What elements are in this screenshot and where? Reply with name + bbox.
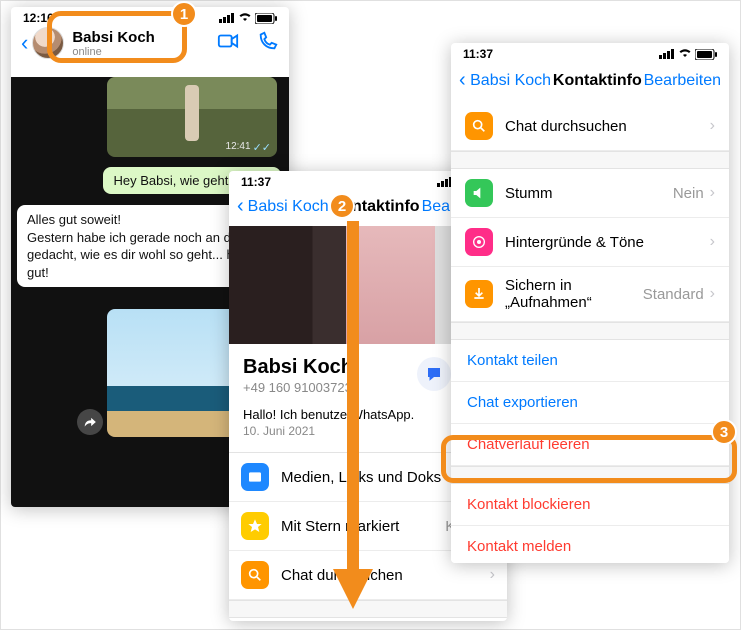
star-icon xyxy=(241,512,269,540)
avatar xyxy=(32,27,64,59)
chevron-icon: › xyxy=(710,184,715,202)
back-label[interactable]: Babsi Koch xyxy=(248,198,329,216)
edit-button[interactable]: Bearbeiten xyxy=(644,72,721,90)
read-ticks-icon: ✓✓ xyxy=(253,141,271,154)
chevron-icon: › xyxy=(710,285,715,303)
wallpaper-icon xyxy=(465,228,493,256)
speaker-icon xyxy=(465,179,493,207)
video-call-icon[interactable] xyxy=(217,30,239,57)
contact-info-screen-bottom: 11:37 ‹ Babsi Koch Kontaktinfo Bearbeite… xyxy=(451,43,729,563)
row-mute[interactable]: Stumm Nein › xyxy=(451,169,729,218)
download-icon xyxy=(465,280,493,308)
row-clear-chat[interactable]: Chatverlauf leeren xyxy=(451,424,729,466)
chat-header: ‹ Babsi Koch online xyxy=(11,27,289,65)
back-button[interactable]: ‹ Babsi Koch xyxy=(459,69,551,92)
row-search-chat[interactable]: Chat durchsuchen › xyxy=(451,102,729,151)
message-time: 12:41 xyxy=(226,141,251,154)
nav-title: Kontaktinfo xyxy=(551,72,644,90)
status-bar: 11:37 xyxy=(451,43,729,63)
audio-call-icon[interactable] xyxy=(257,30,279,57)
status-time: 12:16 xyxy=(23,11,54,25)
chevron-icon: › xyxy=(710,233,715,251)
contact-status: online xyxy=(72,46,155,58)
message-icon[interactable] xyxy=(417,357,451,391)
status-time: 11:37 xyxy=(463,47,493,61)
forward-icon[interactable] xyxy=(77,409,103,435)
nav-bar: ‹ Babsi Koch Kontaktinfo Bearbeiten xyxy=(451,63,729,102)
status-icons xyxy=(219,13,277,24)
row-mute[interactable]: Stumm Nein › xyxy=(229,618,507,621)
row-report-contact[interactable]: Kontakt melden xyxy=(451,526,729,563)
step-badge-1: 1 xyxy=(171,1,197,27)
search-icon xyxy=(241,561,269,589)
row-save-to-camera[interactable]: Sichern in „Aufnahmen“ Standard › xyxy=(451,267,729,322)
chevron-icon: › xyxy=(710,117,715,135)
chevron-icon: › xyxy=(490,566,495,584)
step-badge-2: 2 xyxy=(329,193,355,219)
photos-icon xyxy=(241,463,269,491)
status-icons xyxy=(659,49,717,60)
row-share-contact[interactable]: Kontakt teilen xyxy=(451,340,729,382)
row-wallpaper[interactable]: Hintergründe & Töne › xyxy=(451,218,729,267)
status-time: 11:37 xyxy=(241,175,271,189)
contact-name: Babsi Koch xyxy=(72,29,155,46)
image-message[interactable]: 12:41✓✓ xyxy=(107,77,277,157)
search-icon xyxy=(465,112,493,140)
row-export-chat[interactable]: Chat exportieren xyxy=(451,382,729,424)
back-icon[interactable]: ‹ xyxy=(237,195,248,218)
contact-header-button[interactable]: Babsi Koch online xyxy=(32,27,155,59)
back-button[interactable]: ‹ xyxy=(21,30,32,56)
row-block-contact[interactable]: Kontakt blockieren xyxy=(451,484,729,526)
status-bar: 12:16 xyxy=(11,7,289,27)
step-badge-3: 3 xyxy=(711,419,737,445)
